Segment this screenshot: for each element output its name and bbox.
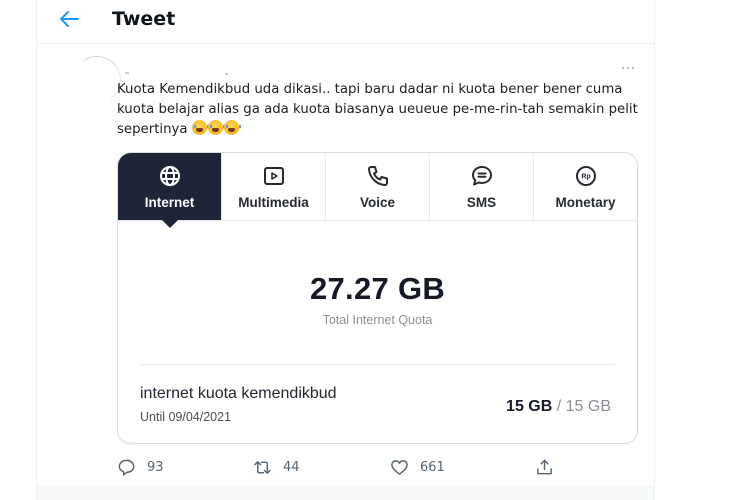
back-button[interactable] — [55, 8, 83, 30]
quota-tabs: Internet Multimedia Voice SMS Rp Monetar… — [118, 153, 637, 228]
tweet-column: Tweet ··· Kuota Kemendikbud uda dikasi..… — [36, 0, 655, 500]
tab-voice[interactable]: Voice — [325, 153, 429, 220]
crying-face-emoji-icon — [191, 120, 209, 135]
total-quota-value: 27.27 GB — [309, 271, 446, 306]
package-separator: / — [552, 398, 566, 415]
globe-icon — [159, 166, 180, 186]
like-button[interactable]: 661 — [390, 456, 445, 478]
phone-icon — [367, 166, 388, 186]
reply-button[interactable]: 93 — [117, 456, 164, 478]
reply-count: 93 — [147, 459, 164, 475]
more-button[interactable]: ··· — [621, 60, 636, 74]
tab-label: Voice — [359, 195, 395, 210]
package-amount: 15 GB / 15 GB — [506, 398, 611, 416]
arrow-left-icon — [60, 11, 79, 27]
tweet-text: Kuota Kemendikbud uda dikasi.. tapi baru… — [117, 80, 657, 140]
crying-face-emoji-icon — [207, 120, 225, 135]
retweet-icon — [254, 460, 271, 474]
play-icon — [263, 167, 284, 185]
tab-label: Monetary — [555, 195, 616, 210]
divider — [140, 364, 615, 365]
tweet-actions: 93 44 661 — [117, 456, 577, 480]
retweet-count: 44 — [283, 459, 300, 475]
crying-face-emoji-icon — [223, 120, 241, 135]
quota-screenshot-card[interactable]: Internet Multimedia Voice SMS Rp Monetar… — [117, 152, 638, 444]
total-quota-label: Total Internet Quota — [322, 313, 433, 327]
rupiah-icon: Rp — [575, 166, 596, 186]
share-button[interactable] — [535, 456, 554, 478]
username-redacted — [125, 72, 245, 75]
package-remaining: 15 GB — [506, 398, 553, 415]
heart-icon — [391, 459, 408, 475]
like-count: 661 — [420, 459, 445, 475]
retweet-button[interactable]: 44 — [253, 456, 300, 478]
chat-icon — [471, 166, 492, 186]
package-total: 15 GB — [565, 398, 611, 415]
package-expiry: Until 09/04/2021 — [140, 410, 232, 424]
next-tweet-band — [37, 486, 654, 500]
rupiah-icon-text: Rp — [581, 174, 590, 181]
page-title: Tweet — [112, 8, 176, 30]
tab-multimedia[interactable]: Multimedia — [221, 153, 325, 220]
tab-internet[interactable]: Internet — [118, 153, 221, 228]
share-icon — [537, 459, 552, 474]
tab-label: Multimedia — [238, 195, 309, 210]
reply-icon — [118, 459, 135, 476]
tab-monetary[interactable]: Rp Monetary — [533, 153, 637, 220]
header: Tweet — [37, 0, 654, 44]
package-name: internet kuota kemendikbud — [140, 385, 337, 402]
tab-label: SMS — [466, 195, 497, 210]
tab-label: Internet — [144, 195, 195, 210]
tab-sms[interactable]: SMS — [429, 153, 533, 220]
